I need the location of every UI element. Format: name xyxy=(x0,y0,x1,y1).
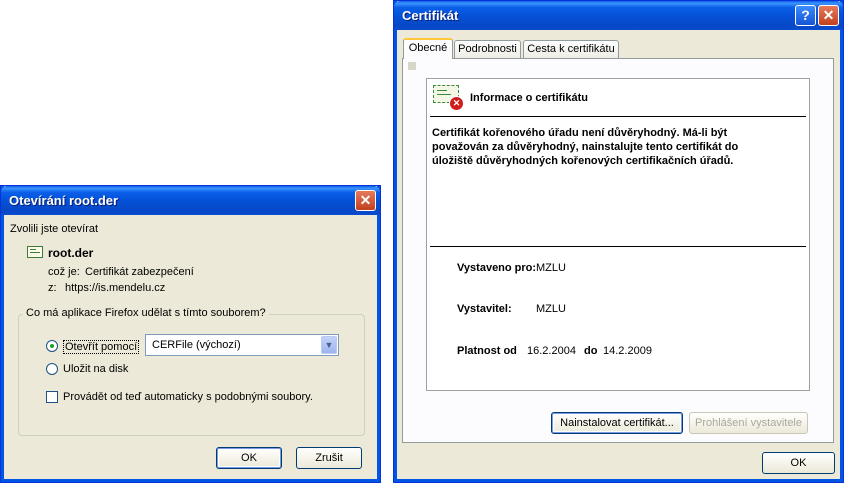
validity-from-value: 16.2.2004 xyxy=(527,345,576,357)
tab-certification-path-label: Cesta k certifikátu xyxy=(527,43,615,55)
tab-details[interactable]: Podrobnosti xyxy=(454,40,521,59)
tab-certification-path[interactable]: Cesta k certifikátu xyxy=(523,40,619,59)
issuer-label: Vystavitel: xyxy=(457,303,512,315)
certificate-info-box: ✕ Informace o certifikátu Certifikát koř… xyxy=(426,78,810,391)
certificate-info-title: Informace o certifikátu xyxy=(470,92,588,104)
certificate-file-icon xyxy=(27,246,43,258)
auto-checkbox-label[interactable]: Provádět od teď automaticky s podobnými … xyxy=(63,391,313,403)
close-icon[interactable]: ✕ xyxy=(818,5,839,26)
issued-to-value: MZLU xyxy=(536,262,566,274)
install-certificate-button[interactable]: Nainstalovat certifikát... xyxy=(551,412,683,434)
ok-button-label: OK xyxy=(241,452,257,464)
issuer-statement-button[interactable]: Prohlášení vystavitele xyxy=(689,412,808,434)
save-to-disk-radio[interactable] xyxy=(46,363,58,375)
tab-general[interactable]: Obecné xyxy=(403,38,453,59)
cert-dialog-title: Certifikát xyxy=(402,8,459,23)
open-dialog-titlebar[interactable]: Otevírání root.der ✕ xyxy=(1,186,380,215)
issuer-statement-label: Prohlášení vystavitele xyxy=(695,417,802,429)
file-source-value: https://is.mendelu.cz xyxy=(65,282,166,294)
validity-to-label: do xyxy=(584,345,598,357)
ok-button[interactable]: OK xyxy=(216,447,282,469)
file-name: root.der xyxy=(48,246,94,260)
open-with-select[interactable]: CERFile (výchozí) ▼ xyxy=(145,334,339,356)
file-type-value: Certifikát zabezpečení xyxy=(85,266,194,278)
cert-dialog-titlebar[interactable]: Certifikát ? ✕ xyxy=(394,1,843,30)
open-with-radio[interactable] xyxy=(46,340,58,352)
open-intro-text: Zvolili jste otevírat xyxy=(10,223,99,235)
action-group-label: Co má aplikace Firefox udělat s tímto so… xyxy=(23,307,269,319)
divider-bottom xyxy=(430,246,806,247)
save-to-disk-label[interactable]: Uložit na disk xyxy=(63,363,128,375)
certificate-error-icon: ✕ xyxy=(433,85,464,111)
open-with-select-value: CERFile (výchozí) xyxy=(152,339,241,351)
close-icon[interactable]: ✕ xyxy=(355,190,376,211)
open-file-dialog: Otevírání root.der ✕ Zvolili jste otevír… xyxy=(0,185,381,483)
cert-ok-label: OK xyxy=(790,457,807,469)
action-group xyxy=(18,314,365,436)
chevron-down-icon[interactable]: ▼ xyxy=(321,336,337,354)
open-with-label[interactable]: Otevřít pomocí xyxy=(63,340,140,354)
cert-ok-button[interactable]: OK xyxy=(762,452,835,474)
cancel-button[interactable]: Zrušit xyxy=(296,447,362,469)
cancel-button-label: Zrušit xyxy=(315,452,343,464)
validity-to-value: 14.2.2009 xyxy=(603,345,652,357)
divider-top xyxy=(430,116,806,117)
install-certificate-label: Nainstalovat certifikát... xyxy=(560,417,674,429)
issued-to-label: Vystaveno pro: xyxy=(457,262,535,274)
certificate-dialog: Certifikát ? ✕ Obecné Podrobnosti Cesta … xyxy=(393,0,844,483)
file-type-label: což je: xyxy=(48,266,80,278)
file-source-label: z: xyxy=(48,282,57,294)
open-dialog-title: Otevírání root.der xyxy=(9,193,119,208)
issuer-value: MZLU xyxy=(536,303,566,315)
validity-label: Platnost od xyxy=(457,345,517,357)
tab-details-label: Podrobnosti xyxy=(458,43,517,55)
auto-checkbox[interactable] xyxy=(46,391,58,403)
help-icon[interactable]: ? xyxy=(795,5,816,26)
certificate-warning-text: Certifikát kořenového úřadu není důvěryh… xyxy=(432,127,739,167)
panel-corner-marker xyxy=(408,62,416,70)
general-tab-panel: ✕ Informace o certifikátu Certifikát koř… xyxy=(402,58,834,443)
tab-general-label: Obecné xyxy=(408,42,448,54)
